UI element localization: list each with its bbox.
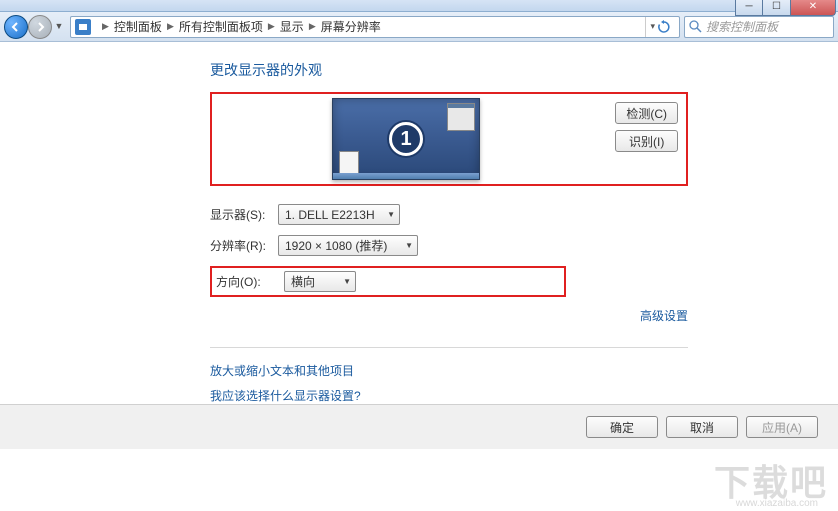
detect-button[interactable]: 检测(C) [615, 102, 678, 124]
chevron-right-icon: ▶ [102, 21, 109, 32]
ok-button[interactable]: 确定 [586, 416, 658, 438]
nav-history-dropdown[interactable]: ▼ [52, 15, 66, 37]
nav-back-button[interactable] [4, 15, 28, 39]
watermark-url: www.xiazaiba.com [736, 498, 818, 509]
close-button[interactable]: ✕ [791, 0, 836, 16]
window-titlebar: ─ ☐ ✕ [0, 0, 838, 12]
resolution-label: 分辨率(R): [210, 237, 278, 254]
search-icon [689, 20, 702, 33]
chevron-down-icon: ▼ [399, 241, 413, 250]
orientation-dropdown[interactable]: 横向 ▼ [284, 271, 356, 292]
resolution-dropdown[interactable]: 1920 × 1080 (推荐) ▼ [278, 235, 418, 256]
breadcrumb-item[interactable]: 屏幕分辨率 [321, 18, 381, 35]
help-link-which-settings[interactable]: 我应该选择什么显示器设置? [210, 387, 688, 404]
breadcrumb-item[interactable]: 显示 [280, 18, 304, 35]
advanced-settings-link[interactable]: 高级设置 [640, 309, 688, 323]
dropdown-icon[interactable]: ▾ [650, 21, 655, 32]
command-bar: 确定 取消 应用(A) [0, 404, 838, 449]
refresh-icon[interactable] [657, 20, 671, 34]
resolution-row: 分辨率(R): 1920 × 1080 (推荐) ▼ [210, 235, 688, 256]
monitor-number-badge: 1 [389, 122, 423, 156]
breadcrumb-item[interactable]: 所有控制面板项 [179, 18, 263, 35]
chevron-right-icon: ▶ [167, 21, 174, 32]
chevron-down-icon: ▼ [381, 210, 395, 219]
control-panel-icon [75, 19, 91, 35]
chevron-down-icon: ▼ [337, 277, 351, 286]
monitor-preview-area: 1 检测(C) 识别(I) [210, 92, 688, 186]
address-bar: ▼ ▶ 控制面板 ▶ 所有控制面板项 ▶ 显示 ▶ 屏幕分辨率 ▾ 搜索控制面板 [0, 12, 838, 42]
orientation-label: 方向(O): [212, 273, 284, 290]
minimize-button[interactable]: ─ [735, 0, 763, 16]
display-dropdown[interactable]: 1. DELL E2213H ▼ [278, 204, 400, 225]
apply-button[interactable]: 应用(A) [746, 416, 818, 438]
search-input[interactable]: 搜索控制面板 [684, 16, 834, 38]
help-link-text-size[interactable]: 放大或缩小文本和其他项目 [210, 362, 688, 379]
monitor-thumbnail[interactable]: 1 [332, 98, 480, 180]
chevron-right-icon: ▶ [309, 21, 316, 32]
search-placeholder: 搜索控制面板 [706, 18, 778, 35]
page-title: 更改显示器的外观 [210, 60, 838, 80]
nav-forward-button[interactable] [28, 15, 52, 39]
breadcrumb-item[interactable]: 控制面板 [114, 18, 162, 35]
preview-taskbar [333, 173, 479, 179]
orientation-row: 方向(O): 横向 ▼ [210, 266, 566, 297]
cancel-button[interactable]: 取消 [666, 416, 738, 438]
display-label: 显示器(S): [210, 206, 278, 223]
breadcrumb[interactable]: ▶ 控制面板 ▶ 所有控制面板项 ▶ 显示 ▶ 屏幕分辨率 ▾ [70, 16, 680, 38]
content-pane: 更改显示器的外观 1 检测(C) 识别(I) 显示器(S): 1. DELL E… [0, 42, 838, 464]
maximize-button[interactable]: ☐ [763, 0, 791, 16]
chevron-right-icon: ▶ [268, 21, 275, 32]
preview-window-icon [339, 151, 359, 175]
display-row: 显示器(S): 1. DELL E2213H ▼ [210, 204, 688, 225]
identify-button[interactable]: 识别(I) [615, 130, 678, 152]
preview-window-icon [447, 103, 475, 131]
